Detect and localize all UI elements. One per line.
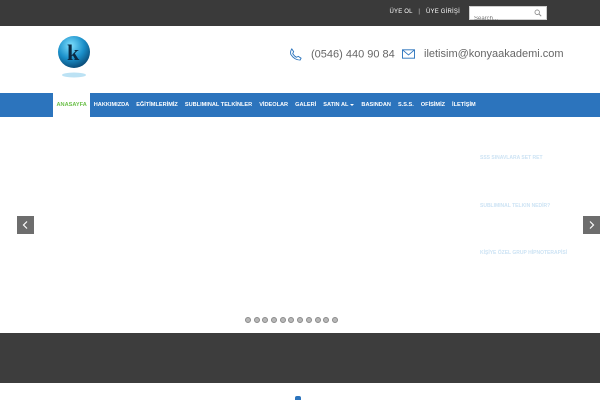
chevron-left-icon	[22, 221, 28, 229]
main-nav: ANASAYFA HAKKIMIZDA EĞİTİMLERİMİZ SUBLIM…	[0, 93, 600, 117]
nav-item-galeri[interactable]: GALERİ	[292, 93, 320, 117]
email-contact[interactable]: iletisim@konyaakademi.com	[402, 48, 564, 60]
search-icon[interactable]	[534, 9, 542, 17]
slider-dot[interactable]	[323, 317, 330, 323]
nav-item-satin-al[interactable]: SATIN AL	[320, 93, 358, 117]
phone-icon	[290, 48, 302, 61]
slider-dot[interactable]	[253, 317, 260, 323]
nav-item-subliminal-telkinler[interactable]: SUBLIMINAL TELKİNLER	[181, 93, 255, 117]
slider-pagination	[245, 317, 341, 323]
slider-dot[interactable]	[314, 317, 321, 323]
nav-item-iletisim[interactable]: İLETİŞİM	[449, 93, 480, 117]
nav-item-egitimlerimiz[interactable]: EĞİTİMLERİMİZ	[133, 93, 182, 117]
chevron-right-icon	[589, 221, 595, 229]
slide-link[interactable]: SSS SINAVLARA SET RET	[480, 155, 543, 161]
nav-item-hakkimizda[interactable]: HAKKIMIZDA	[90, 93, 132, 117]
phone-number: (0546) 440 90 84	[311, 48, 395, 61]
email-address: iletisim@konyaakademi.com	[424, 48, 564, 60]
envelope-icon	[402, 49, 415, 59]
top-bar: ÜYE OL | ÜYE GİRİŞİ	[0, 0, 600, 26]
k-logo-icon[interactable]: k	[56, 35, 92, 79]
slider-next-button[interactable]	[583, 216, 600, 234]
phone-contact[interactable]: (0546) 440 90 84	[289, 48, 395, 61]
account-links: ÜYE OL | ÜYE GİRİŞİ	[389, 9, 460, 15]
nav-item-sss[interactable]: S.S.S.	[394, 93, 417, 117]
search-input[interactable]	[470, 13, 534, 25]
caret-down-icon	[350, 103, 355, 106]
register-link[interactable]: ÜYE OL	[389, 9, 412, 15]
slide-link[interactable]: SUBLIMINAL TELKIN NEDİR?	[480, 203, 550, 209]
slider-dot[interactable]	[271, 317, 278, 323]
nav-item-basindan[interactable]: BASINDAN	[358, 93, 395, 117]
slider-dot[interactable]	[288, 317, 295, 323]
slide-link[interactable]: KİŞİYE ÖZEL GRUP HİPNOTERAPİSİ	[480, 250, 567, 256]
slider-dot[interactable]	[279, 317, 286, 323]
nav-item-anasayfa[interactable]: ANASAYFA	[53, 93, 91, 117]
nav-item-ofisimiz[interactable]: OFİSİMİZ	[417, 93, 448, 117]
slider-dot[interactable]	[305, 317, 312, 323]
svg-text:k: k	[67, 40, 80, 65]
site-header: k (0546) 440 90 84 iletisim@konyaakademi…	[0, 26, 600, 93]
link-separator: |	[418, 9, 421, 15]
hero-slider: SSS SINAVLARA SET RET SUBLIMINAL TELKIN …	[0, 117, 600, 333]
login-link[interactable]: ÜYE GİRİŞİ	[426, 9, 460, 15]
search-box	[469, 6, 547, 25]
slider-dot[interactable]	[262, 317, 269, 323]
slider-prev-button[interactable]	[17, 216, 34, 234]
slider-dot[interactable]	[331, 317, 338, 323]
nav-item-videolar[interactable]: VİDEOLAR	[256, 93, 292, 117]
dark-band	[0, 333, 600, 383]
footer-logo-icon	[295, 396, 301, 400]
slider-dot[interactable]	[245, 317, 251, 323]
nav-item-satin-al-label: SATIN AL	[323, 102, 349, 108]
slider-dot[interactable]	[297, 317, 304, 323]
